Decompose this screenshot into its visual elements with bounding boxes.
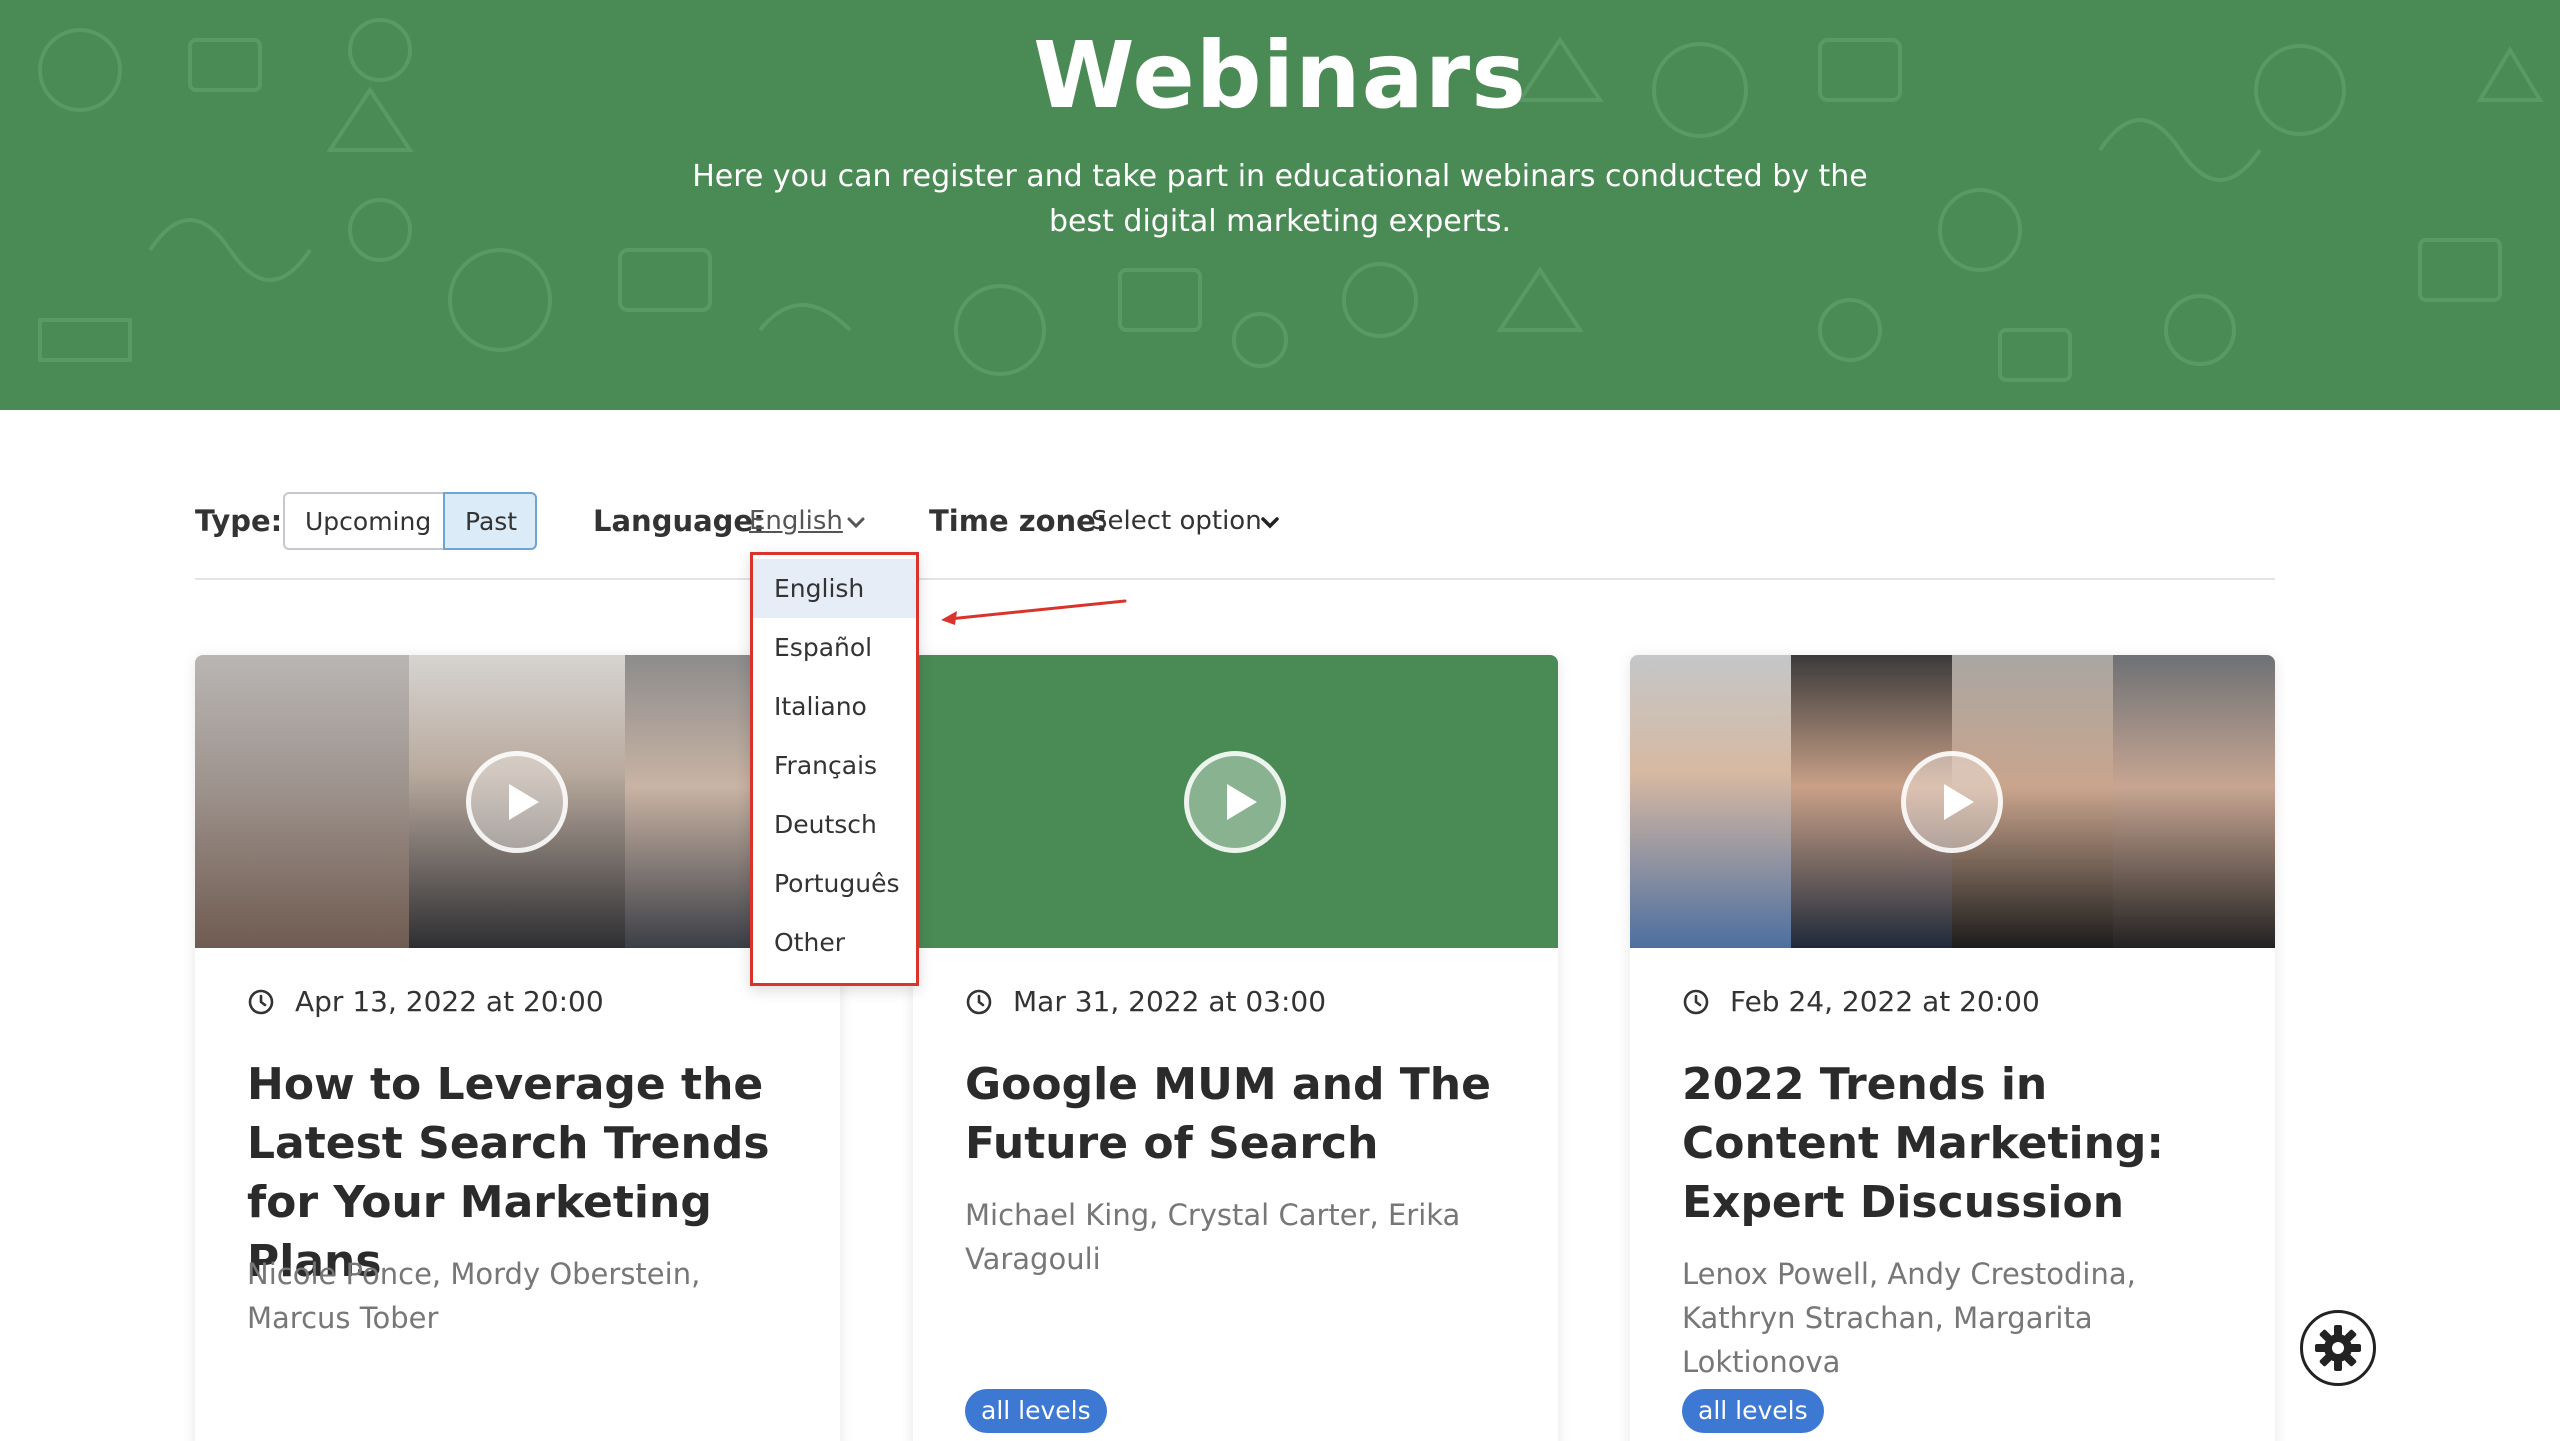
- webinar-thumbnail[interactable]: [195, 655, 840, 948]
- webinar-thumbnail[interactable]: [913, 655, 1558, 948]
- language-option-italiano[interactable]: Italiano: [753, 677, 916, 736]
- type-past-button[interactable]: Past: [443, 492, 537, 550]
- chevron-down-icon[interactable]: [1261, 514, 1279, 532]
- timezone-dropdown[interactable]: Select option: [1091, 506, 1262, 536]
- webinar-title[interactable]: 2022 Trends in Content Marketing: Expert…: [1682, 1055, 2242, 1232]
- language-option-portugues[interactable]: Português: [753, 854, 916, 913]
- webinar-date-row: Apr 13, 2022 at 20:00: [247, 985, 604, 1018]
- hero-banner: Webinars Here you can register and take …: [0, 0, 2560, 410]
- webinar-thumbnail[interactable]: [1630, 655, 2275, 948]
- page-subtitle-line-2: best digital marketing experts.: [1048, 204, 1512, 239]
- clock-icon: [248, 989, 274, 1014]
- language-option-espanol[interactable]: Español: [753, 618, 916, 677]
- language-option-english[interactable]: English: [753, 559, 916, 618]
- webinar-title[interactable]: Google MUM and The Future of Search: [965, 1055, 1525, 1173]
- speaker-photo: [2113, 655, 2275, 948]
- type-label: Type:: [195, 504, 283, 538]
- chevron-down-icon[interactable]: [847, 514, 865, 532]
- level-badge: all levels: [965, 1389, 1107, 1433]
- webinar-card[interactable]: Feb 24, 2022 at 20:00 2022 Trends in Con…: [1630, 655, 2275, 1441]
- webinar-card[interactable]: Apr 13, 2022 at 20:00 How to Leverage th…: [195, 655, 840, 1441]
- webinar-speakers: Michael King, Crystal Carter, Erika Vara…: [965, 1198, 1461, 1276]
- page-subtitle-line-1: Here you can register and take part in e…: [692, 159, 1868, 194]
- page-subtitle: Here you can register and take part in e…: [680, 154, 1880, 244]
- webinar-date-row: Mar 31, 2022 at 03:00: [965, 985, 1326, 1018]
- language-option-other[interactable]: Other: [753, 913, 916, 972]
- webinar-date: Mar 31, 2022 at 03:00: [1013, 985, 1327, 1018]
- webinar-date: Feb 24, 2022 at 20:00: [1730, 985, 2040, 1018]
- clock-icon: [966, 989, 992, 1014]
- gear-icon: [2315, 1325, 2361, 1371]
- language-dropdown-menu: English Español Italiano Français Deutsc…: [750, 552, 919, 986]
- webinar-speakers: Lenox Powell, Andy Crestodina, Kathryn S…: [1682, 1257, 2136, 1379]
- language-option-deutsch[interactable]: Deutsch: [753, 795, 916, 854]
- filter-bar: Type: Upcoming Past Language: English Ti…: [195, 492, 2275, 552]
- play-icon[interactable]: [1184, 751, 1286, 853]
- play-icon[interactable]: [1901, 751, 2003, 853]
- type-segmented-control: Upcoming Past: [283, 492, 537, 550]
- clock-icon: [1683, 989, 1709, 1014]
- level-badge: all levels: [1682, 1389, 1824, 1433]
- language-dropdown[interactable]: English: [749, 506, 843, 536]
- webinar-card[interactable]: Mar 31, 2022 at 03:00 Google MUM and The…: [913, 655, 1558, 1441]
- speaker-photo: [1630, 655, 1791, 948]
- timezone-label: Time zone:: [929, 504, 1108, 538]
- play-icon[interactable]: [466, 751, 568, 853]
- webinar-date-row: Feb 24, 2022 at 20:00: [1682, 985, 2040, 1018]
- page-title: Webinars: [1033, 22, 1527, 129]
- type-upcoming-button[interactable]: Upcoming: [283, 492, 445, 550]
- annotation-arrow-icon: [941, 599, 1127, 625]
- filter-divider: [195, 578, 2275, 580]
- language-label: Language:: [593, 504, 765, 538]
- settings-button[interactable]: [2300, 1310, 2376, 1386]
- speaker-photo: [195, 655, 409, 948]
- webinar-date: Apr 13, 2022 at 20:00: [295, 985, 604, 1018]
- webinar-speakers: Nicole Ponce, Mordy Oberstein, Marcus To…: [247, 1257, 701, 1335]
- language-option-francais[interactable]: Français: [753, 736, 916, 795]
